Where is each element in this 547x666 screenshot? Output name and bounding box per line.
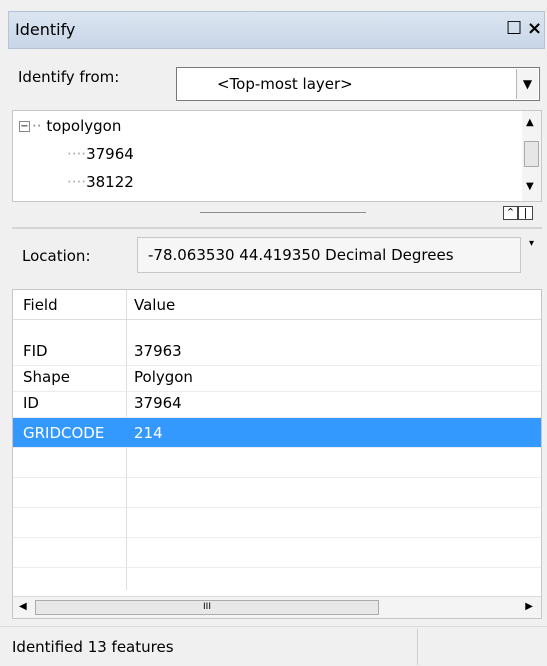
tree-scroll-thumb[interactable]	[524, 141, 539, 167]
tree-item-38122[interactable]: ····38122	[67, 173, 134, 191]
identify-from-value: <Top-most layer>	[217, 75, 353, 93]
column-header-value[interactable]: Value	[134, 296, 175, 314]
scroll-right-icon[interactable]: ▶	[525, 601, 533, 612]
tree-scrollbar[interactable]: ▲ ▼	[522, 111, 541, 201]
status-bar: Identified 13 features	[0, 626, 547, 666]
table-scroll-thumb[interactable]: III	[35, 600, 379, 615]
chevron-down-icon[interactable]: ▼	[516, 69, 538, 99]
collapse-icon[interactable]: −	[19, 121, 30, 132]
pane-toggle-buttons: ⌃ |	[503, 206, 533, 220]
location-value: -78.063530 44.419350 Decimal Degrees	[148, 246, 454, 264]
location-label: Location:	[22, 247, 91, 265]
close-icon[interactable]: ×	[527, 19, 542, 39]
table-horizontal-scrollbar[interactable]: ◀ III ▶	[13, 596, 541, 618]
status-text: Identified 13 features	[12, 638, 174, 656]
table-row-empty	[13, 568, 541, 598]
expand-up-icon[interactable]: ⌃	[503, 206, 518, 220]
attributes-table: Field Value FID 37963 Shape Polygon ID 3…	[12, 289, 542, 619]
scroll-left-icon[interactable]: ◀	[19, 601, 27, 612]
split-icon[interactable]: |	[518, 206, 533, 220]
table-row-selected[interactable]: GRIDCODE 214	[13, 418, 541, 448]
table-row-empty	[13, 538, 541, 568]
title-bar: Identify ☐ ×	[8, 11, 545, 49]
location-units-icon[interactable]: ▾	[529, 238, 534, 249]
status-separator	[417, 629, 418, 665]
column-header-field[interactable]: Field	[23, 296, 58, 314]
tree-item-37964[interactable]: ····37964	[67, 145, 134, 163]
results-tree[interactable]: − ·· topolygon ····37964 ····38122 ▲ ▼	[12, 110, 542, 202]
table-row-empty	[13, 478, 541, 508]
location-field: -78.063530 44.419350 Decimal Degrees	[137, 237, 521, 273]
table-row-empty	[13, 448, 541, 478]
divider	[12, 227, 542, 229]
identify-from-dropdown[interactable]: <Top-most layer> ▼	[176, 67, 540, 101]
table-header: Field Value	[13, 290, 541, 320]
identify-from-label: Identify from:	[18, 68, 120, 86]
window-title: Identify	[15, 20, 76, 39]
tree-layer-node[interactable]: − ·· topolygon	[19, 117, 121, 135]
scroll-up-icon[interactable]: ▲	[526, 117, 534, 128]
scroll-down-icon[interactable]: ▼	[526, 181, 534, 192]
table-row-empty	[13, 508, 541, 538]
splitter-handle[interactable]	[200, 212, 366, 213]
tree-layer-label: topolygon	[46, 117, 122, 135]
table-row[interactable]: ID 37964	[13, 388, 541, 418]
identify-panel: Identify ☐ × Identify from: <Top-most la…	[0, 0, 547, 666]
restore-icon[interactable]: ☐	[506, 19, 522, 39]
